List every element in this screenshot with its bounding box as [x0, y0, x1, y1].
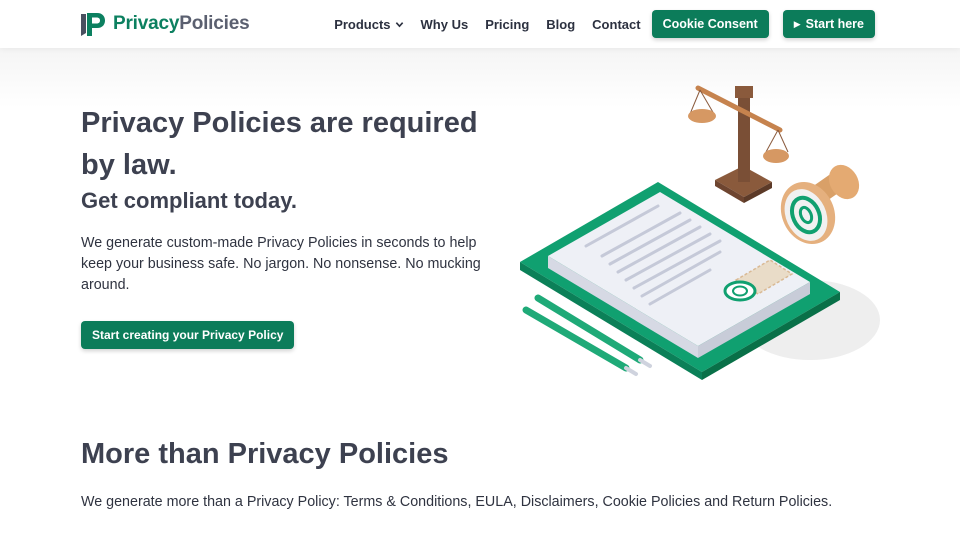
- nav-contact[interactable]: Contact: [592, 17, 640, 32]
- nav-why-us[interactable]: Why Us: [421, 17, 469, 32]
- hero-subtitle: Get compliant today.: [81, 188, 297, 213]
- cookie-consent-button[interactable]: Cookie Consent: [651, 10, 769, 38]
- section-description: We generate more than a Privacy Policy: …: [81, 494, 833, 510]
- logo-text-prefix: Privacy: [113, 13, 180, 34]
- logo-text-suffix: Policies: [179, 13, 250, 34]
- nav-products-label: Products: [334, 16, 391, 32]
- nav-products[interactable]: Products: [334, 17, 403, 32]
- nav-blog[interactable]: Blog: [546, 17, 575, 32]
- main-nav: Products Why Us Pricing Blog Contact Coo…: [334, 0, 875, 48]
- play-icon: ▶: [793, 18, 801, 29]
- stamp-icon: [780, 164, 860, 245]
- logo[interactable]: PrivacyPolicies: [81, 11, 250, 37]
- start-creating-button[interactable]: Start creating your Privacy Policy: [81, 321, 295, 349]
- scales-icon: [688, 85, 789, 203]
- logo-text: PrivacyPolicies: [113, 13, 250, 35]
- start-here-button[interactable]: ▶ Start here: [782, 10, 875, 38]
- site-header: PrivacyPolicies Products Why Us Pricing …: [0, 0, 960, 48]
- chevron-down-icon: [395, 21, 403, 27]
- logo-icon: [81, 13, 105, 36]
- nav-pricing[interactable]: Pricing: [485, 17, 529, 32]
- start-here-label: Start here: [805, 17, 864, 31]
- hero-title: Privacy Policies are required by law.: [81, 107, 478, 181]
- section-title: More than Privacy Policies: [81, 438, 449, 470]
- legal-document-illustration: [520, 85, 880, 380]
- hero-description: We generate custom-made Privacy Policies…: [81, 235, 481, 293]
